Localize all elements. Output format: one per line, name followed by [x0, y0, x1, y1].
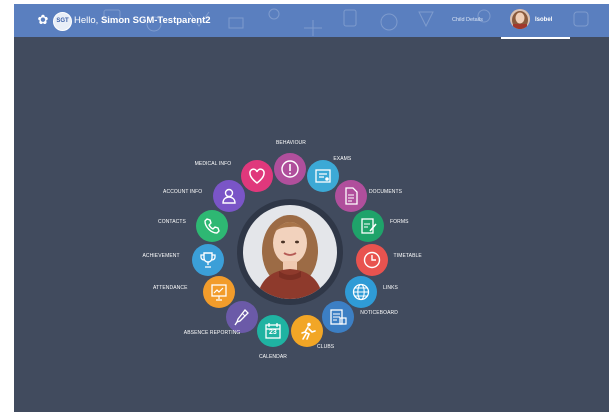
form-icon [361, 218, 377, 234]
module-ring: BEHAVIOUR EXAMS DOCUMENTS FORMS TIMETABLE LIN… [14, 4, 609, 412]
module-label-contacts[interactable]: CONTACTS [158, 219, 186, 226]
module-label-timetable[interactable]: TIMETABLE [394, 253, 422, 260]
module-label-attendance[interactable]: ATTENDANCE [153, 285, 188, 292]
user-icon [222, 188, 236, 204]
module-label-documents[interactable]: DOCUMENTS [369, 189, 402, 196]
module-button-exams[interactable] [307, 160, 340, 193]
module-label-absence-reporting[interactable]: ABSENCE REPORTING [184, 330, 241, 337]
module-button-achievement[interactable] [192, 243, 225, 276]
module-label-noticeboard[interactable]: NOTICEBOARD [360, 310, 398, 317]
module-button-noticeboard[interactable] [322, 301, 355, 334]
globe-icon [352, 283, 370, 301]
exclamation-icon [281, 160, 299, 178]
heart-icon [248, 168, 265, 184]
module-label-clubs[interactable]: CLUBS [317, 344, 334, 351]
noticeboard-icon [330, 309, 347, 325]
app-frame: ✿ SGT Hello, Simon SGM-Testparent2 Child… [14, 4, 609, 412]
module-button-medical-info[interactable] [240, 160, 273, 193]
running-icon [301, 322, 316, 341]
module-label-behaviour[interactable]: BEHAVIOUR [276, 140, 306, 147]
clock-icon [363, 251, 380, 268]
module-label-forms[interactable]: FORMS [390, 219, 409, 226]
module-button-attendance[interactable] [202, 276, 235, 308]
chart-board-icon [211, 284, 227, 301]
thermometer-icon [234, 309, 249, 326]
calendar-date-text: 23 [269, 329, 277, 337]
module-button-behaviour[interactable] [274, 153, 306, 185]
module-button-documents[interactable] [334, 180, 367, 213]
phone-icon [204, 217, 220, 234]
certificate-icon [315, 169, 331, 183]
module-button-absence-reporting[interactable] [225, 301, 258, 334]
module-button-calendar[interactable]: 23 [256, 315, 289, 348]
module-button-contacts[interactable] [196, 209, 228, 242]
module-label-exams[interactable]: EXAMS [333, 156, 351, 163]
module-button-forms[interactable] [351, 209, 384, 242]
document-icon [345, 187, 358, 205]
module-label-links[interactable]: LINKS [383, 285, 398, 292]
module-button-account-info[interactable] [213, 180, 246, 213]
module-label-medical-info[interactable]: MEDICAL INFO [195, 161, 232, 168]
trophy-icon [200, 251, 217, 268]
module-label-achievement[interactable]: ACHIEVEMENT [142, 253, 179, 260]
module-label-account-info[interactable]: ACCOUNT INFO [163, 189, 202, 196]
module-button-clubs[interactable] [291, 315, 324, 348]
module-label-calendar[interactable]: CALENDAR [259, 354, 287, 361]
module-button-links[interactable] [345, 276, 377, 308]
module-button-timetable[interactable] [355, 243, 388, 276]
child-photo [243, 205, 337, 299]
